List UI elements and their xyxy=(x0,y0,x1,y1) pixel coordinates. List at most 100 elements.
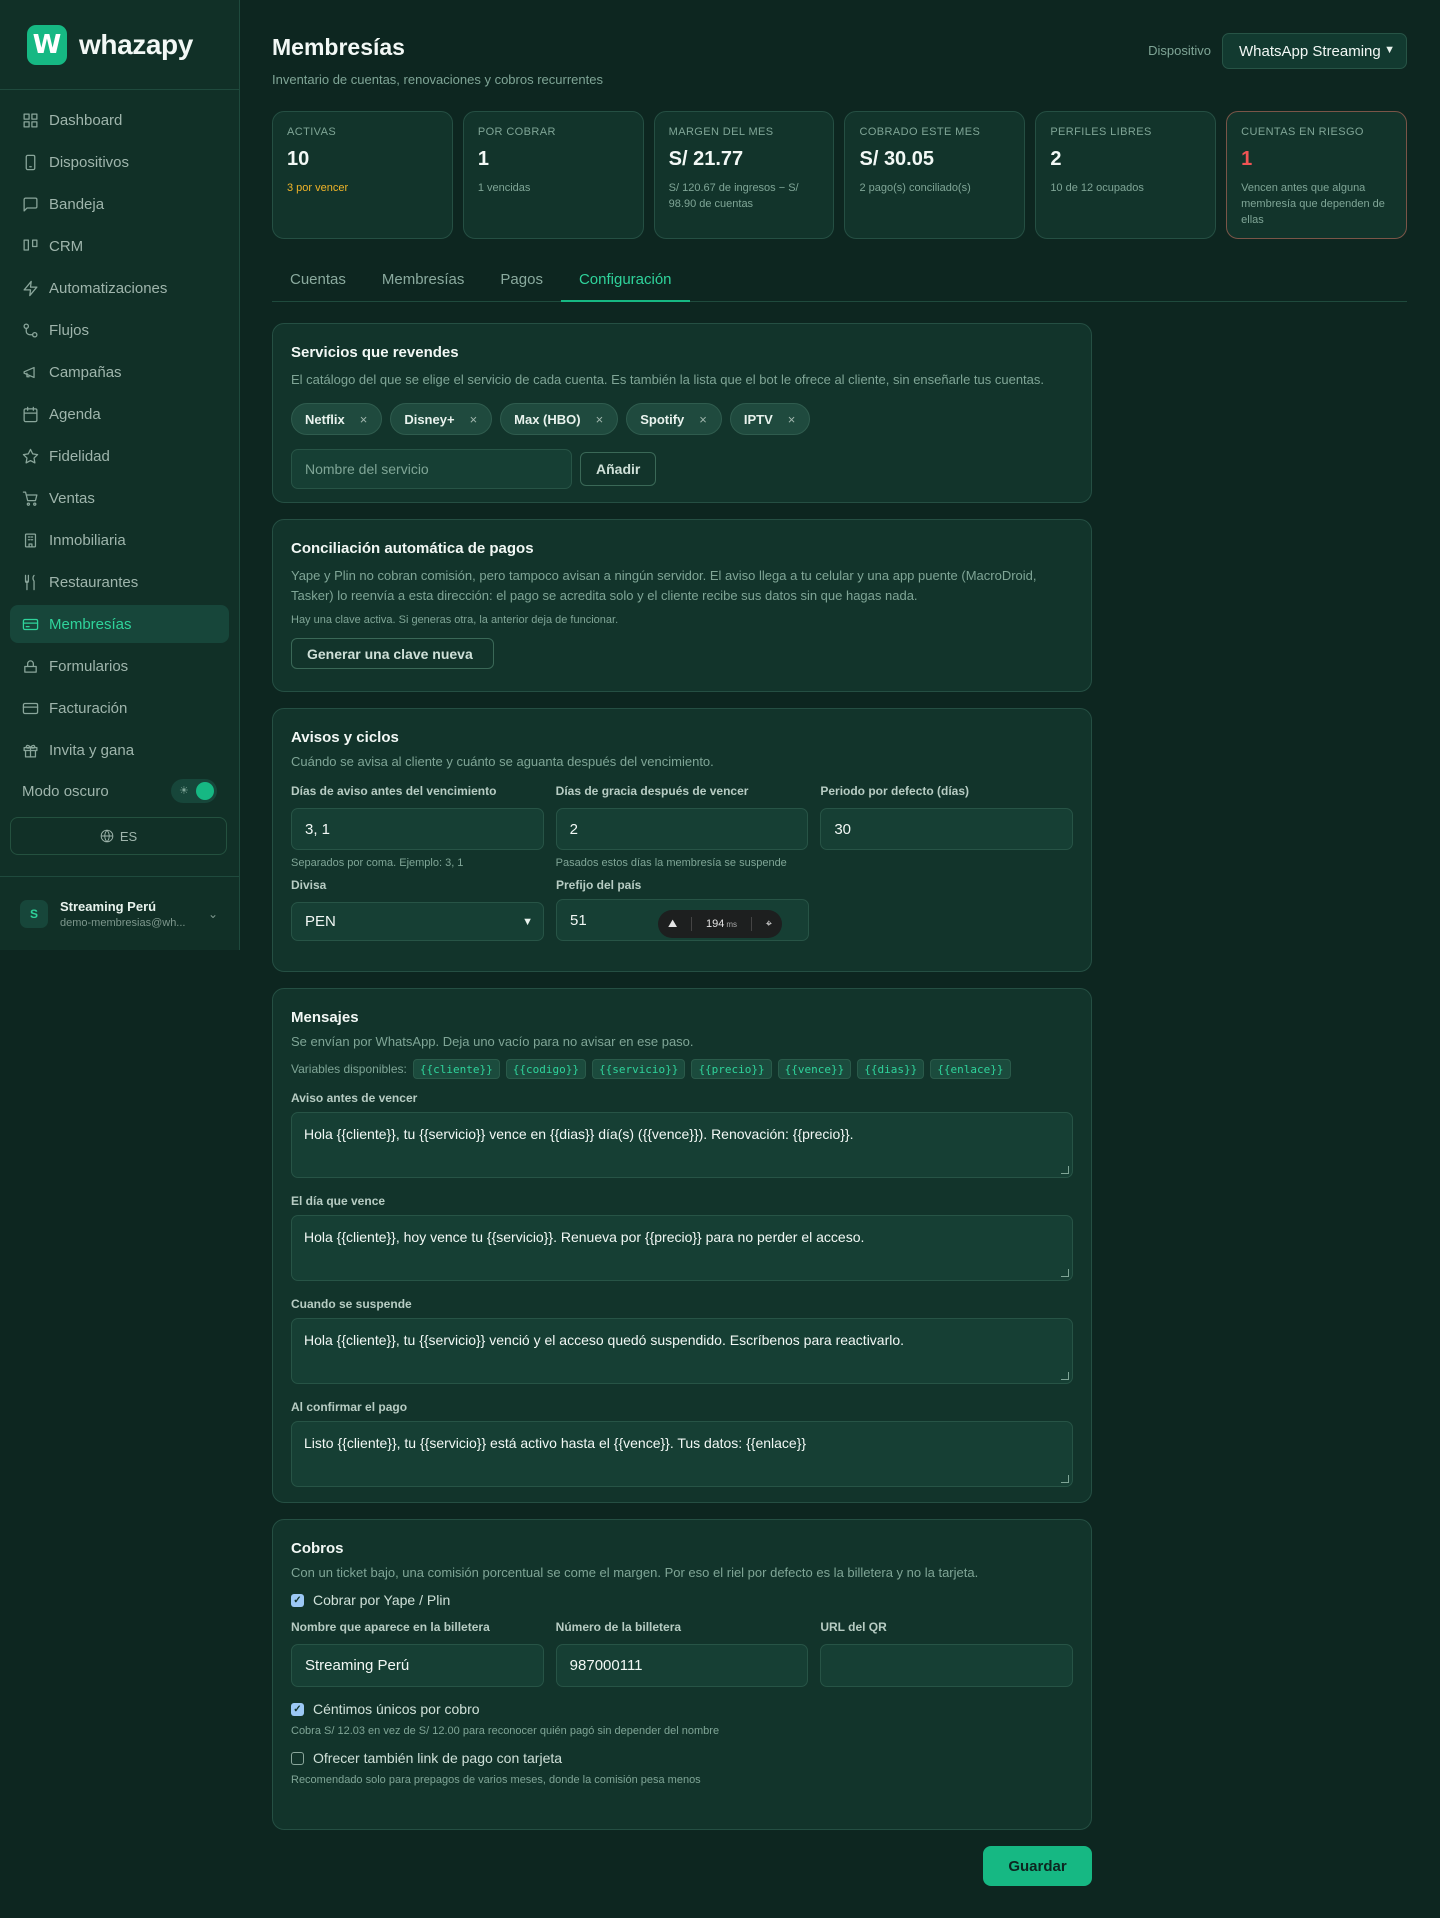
star-icon xyxy=(22,448,39,464)
cents-hint: Cobra S/ 12.03 en vez de S/ 12.00 para r… xyxy=(291,1725,720,1737)
save-button[interactable]: Guardar xyxy=(983,1846,1092,1886)
page-subtitle: Inventario de cuentas, renovaciones y co… xyxy=(272,72,603,87)
field-label: Días de aviso antes del vencimiento xyxy=(291,784,497,798)
close-icon[interactable]: × xyxy=(360,412,368,427)
device-select[interactable]: WhatsApp Streaming ▼ xyxy=(1222,33,1407,69)
currency-select[interactable]: PEN ▼ xyxy=(291,902,544,941)
checkbox-label: Ofrecer también link de pago con tarjeta xyxy=(313,1750,563,1766)
resize-grip-icon[interactable] xyxy=(1061,1475,1069,1483)
gift-icon xyxy=(23,744,38,758)
sidebar-item-invita-y-gana[interactable]: Invita y gana xyxy=(10,731,229,769)
sidebar-item-inmobiliaria[interactable]: Inmobiliaria xyxy=(10,521,229,559)
variable-tag[interactable]: {{dias}} xyxy=(857,1059,925,1079)
close-icon[interactable]: × xyxy=(470,412,478,427)
paid-message-textarea[interactable]: Listo {{cliente}}, tu {{servicio}} está … xyxy=(291,1421,1073,1487)
whazapy-logo-icon: W xyxy=(27,24,67,65)
resize-grip-icon[interactable] xyxy=(1061,1269,1069,1277)
checkbox-checked-icon[interactable]: ✓ xyxy=(291,1702,304,1716)
sidebar-item-crm[interactable]: CRM xyxy=(10,227,229,265)
services-title: Servicios que revendes xyxy=(291,344,459,361)
stat-label: MARGEN DEL MES xyxy=(668,126,774,138)
before-message-label: Aviso antes de vencer xyxy=(291,1091,418,1105)
close-icon[interactable]: × xyxy=(788,412,796,427)
user-menu[interactable]: S Streaming Perú demo-membresias@wh... ⌄ xyxy=(0,876,239,950)
render-time-unit: ms xyxy=(726,920,738,929)
variable-tag[interactable]: {{vence}} xyxy=(777,1059,852,1079)
wallet-name-input[interactable]: Streaming Perú xyxy=(291,1644,544,1687)
calendar-icon xyxy=(23,406,38,422)
sidebar-item-bandeja[interactable]: Bandeja xyxy=(10,185,229,223)
reconcile-note: Hay una clave activa. Si generas otra, l… xyxy=(291,614,619,626)
sidebar-item-dashboard[interactable]: Dashboard xyxy=(10,101,229,139)
before-message-textarea[interactable]: Hola {{cliente}}, tu {{servicio}} vence … xyxy=(291,1112,1073,1178)
avatar: S xyxy=(20,899,48,928)
stat-value: 1 xyxy=(477,148,489,170)
variable-tag[interactable]: {{codigo}} xyxy=(505,1059,586,1079)
sidebar-item-membresias[interactable]: Membresías xyxy=(10,605,229,643)
variable-tag[interactable]: {{precio}} xyxy=(691,1059,772,1079)
textarea-value: Hola {{cliente}}, tu {{servicio}} venció… xyxy=(304,1332,905,1348)
sidebar-item-label: Campañas xyxy=(49,363,122,381)
suspend-message-label: Cuando se suspende xyxy=(291,1297,412,1311)
variable-tag[interactable]: {{servicio}} xyxy=(591,1059,686,1079)
service-name-input[interactable]: Nombre del servicio xyxy=(291,449,572,489)
billing-desc: Con un ticket bajo, una comisión porcent… xyxy=(291,1565,979,1580)
notice-days-input[interactable]: 3, 1 xyxy=(291,808,544,850)
toggle-knob xyxy=(196,782,214,800)
generate-key-button[interactable]: Generar una clave nueva xyxy=(291,638,494,669)
crosshair-icon[interactable]: ⌖ xyxy=(766,918,772,931)
sidebar-item-label: Invita y gana xyxy=(49,741,135,759)
chip-label: Disney+ xyxy=(404,411,455,427)
tabs: Cuentas Membresías Pagos Configuración xyxy=(272,268,1407,302)
qr-url-input[interactable] xyxy=(820,1644,1074,1687)
field-label: Periodo por defecto (días) xyxy=(820,784,970,798)
variable-tag[interactable]: {{enlace}} xyxy=(930,1059,1011,1079)
sidebar-item-restaurantes[interactable]: Restaurantes xyxy=(10,563,229,601)
user-name: Streaming Perú xyxy=(60,898,157,914)
sun-icon: ☀ xyxy=(179,785,189,797)
sidebar-item-label: Restaurantes xyxy=(49,573,139,591)
sidebar-item-label: Automatizaciones xyxy=(49,279,168,297)
tab-membresias[interactable]: Membresías xyxy=(364,268,483,302)
resize-grip-icon[interactable] xyxy=(1061,1166,1069,1174)
checkbox-checked-icon[interactable]: ✓ xyxy=(291,1593,304,1607)
variable-tag[interactable]: {{cliente}} xyxy=(412,1059,500,1079)
stat-value: 1 xyxy=(1241,148,1253,170)
suspend-message-textarea[interactable]: Hola {{cliente}}, tu {{servicio}} venció… xyxy=(291,1318,1073,1384)
close-icon[interactable]: × xyxy=(596,412,604,427)
sidebar-item-formularios[interactable]: Formularios xyxy=(10,647,229,685)
period-input[interactable]: 30 xyxy=(820,808,1074,850)
due-message-textarea[interactable]: Hola {{cliente}}, hoy vence tu {{servici… xyxy=(291,1215,1073,1281)
sidebar-item-campanas[interactable]: Campañas xyxy=(10,353,229,391)
dark-mode-toggle[interactable]: ☀ xyxy=(171,779,217,803)
sidebar-item-flujos[interactable]: Flujos xyxy=(10,311,229,349)
cents-checkbox-row[interactable]: ✓ Céntimos únicos por cobro xyxy=(291,1701,1073,1717)
service-chip: Netflix × xyxy=(291,403,383,435)
invoice-icon xyxy=(22,702,39,714)
tab-cuentas[interactable]: Cuentas xyxy=(272,268,364,302)
sidebar-item-automatizaciones[interactable]: Automatizaciones xyxy=(10,269,229,307)
sidebar-item-agenda[interactable]: Agenda xyxy=(10,395,229,433)
device-label: Dispositivo xyxy=(1148,43,1211,58)
sidebar-item-label: Flujos xyxy=(49,321,90,339)
sidebar-item-dispositivos[interactable]: Dispositivos xyxy=(10,143,229,181)
field-label: Número de la billetera xyxy=(555,1620,682,1634)
tab-configuracion[interactable]: Configuración xyxy=(560,268,690,302)
sidebar-item-ventas[interactable]: Ventas xyxy=(10,479,229,517)
logo[interactable]: W whazapy xyxy=(0,0,239,90)
mountain-icon[interactable]: ⛰ xyxy=(668,918,677,931)
card-link-checkbox-row[interactable]: Ofrecer también link de pago con tarjeta xyxy=(291,1750,1073,1766)
stat-value: S/ 30.05 xyxy=(859,148,934,170)
devtools-overlay[interactable]: ⛰ 194 ms ⌖ xyxy=(658,910,782,938)
sidebar-item-fidelidad[interactable]: Fidelidad xyxy=(10,437,229,475)
wallet-number-input[interactable]: 987000111 xyxy=(555,1644,809,1687)
yape-checkbox-row[interactable]: ✓ Cobrar por Yape / Plin xyxy=(291,1592,1073,1608)
sidebar-item-facturacion[interactable]: Facturación xyxy=(10,689,229,727)
checkbox-unchecked-icon[interactable] xyxy=(291,1751,304,1765)
language-button[interactable]: ES xyxy=(10,817,227,855)
grace-days-input[interactable]: 2 xyxy=(555,808,809,850)
close-icon[interactable]: × xyxy=(699,412,707,427)
tab-pagos[interactable]: Pagos xyxy=(482,268,561,302)
add-service-button[interactable]: Añadir xyxy=(580,452,657,486)
resize-grip-icon[interactable] xyxy=(1061,1372,1069,1380)
